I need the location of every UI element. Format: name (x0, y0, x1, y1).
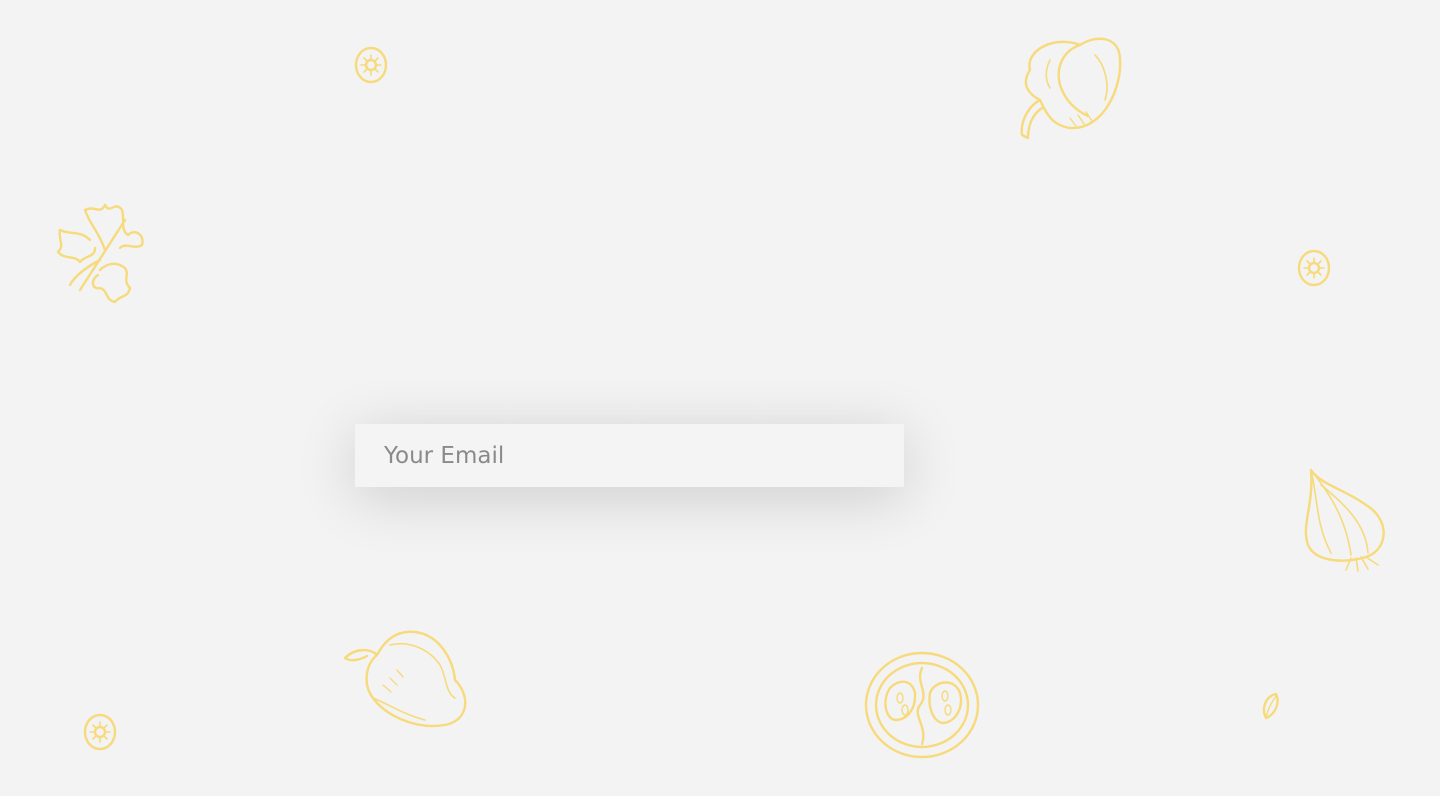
citrus-slice-icon (83, 713, 117, 751)
citrus-slice-icon (354, 46, 388, 84)
citrus-slice-icon (1297, 249, 1331, 287)
email-field-container (355, 424, 904, 487)
email-input[interactable] (355, 424, 904, 487)
onion-icon (1304, 468, 1385, 572)
seed-icon (1262, 692, 1279, 720)
signup-page (0, 0, 1440, 796)
bell-pepper-icon (343, 630, 467, 728)
parsley-icon (56, 203, 144, 304)
bell-pepper-icon (1020, 37, 1122, 140)
tomato-half-icon (864, 651, 980, 759)
